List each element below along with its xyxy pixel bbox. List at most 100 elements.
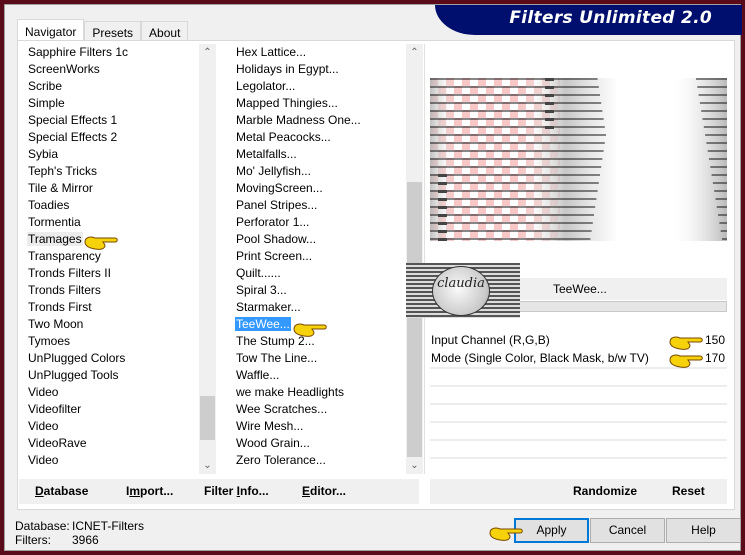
filter-info-button[interactable]: Filter Info... bbox=[204, 484, 269, 498]
editor-button[interactable]: Editor... bbox=[302, 484, 346, 498]
category-item[interactable]: Special Effects 1 bbox=[24, 112, 199, 129]
category-item-label: Tronds First bbox=[28, 300, 92, 314]
filter-item-label: Wire Mesh... bbox=[236, 419, 304, 433]
category-item[interactable]: Tronds Filters II bbox=[24, 265, 199, 282]
filter-item-label: Marble Madness One... bbox=[236, 113, 361, 127]
filter-item-label: Legolator... bbox=[236, 79, 296, 93]
scanline-mark bbox=[545, 102, 554, 105]
filter-item[interactable]: Waffle... bbox=[232, 367, 406, 384]
filter-item[interactable]: Mapped Thingies... bbox=[232, 95, 406, 112]
scroll-down-icon[interactable]: ⌄ bbox=[199, 457, 216, 474]
category-item[interactable]: Two Moon bbox=[24, 316, 199, 333]
filter-item[interactable]: we make Headlights bbox=[232, 384, 406, 401]
category-item-label: Tormentia bbox=[28, 215, 81, 229]
filter-item[interactable]: Zero Tolerance... bbox=[232, 452, 406, 469]
left-button-bar: Database Import... Filter Info... Editor… bbox=[19, 479, 419, 504]
filter-item-label: Metalfalls... bbox=[236, 147, 297, 161]
help-button[interactable]: Help bbox=[666, 518, 741, 543]
scroll-up-icon[interactable]: ⌃ bbox=[199, 44, 216, 61]
preview-pattern bbox=[430, 78, 727, 241]
scanline-mark bbox=[545, 110, 554, 113]
category-item[interactable]: Tymoes bbox=[24, 333, 199, 350]
category-item[interactable]: Sybia bbox=[24, 146, 199, 163]
reset-button[interactable]: Reset bbox=[672, 484, 705, 498]
category-item[interactable]: VideoRave bbox=[24, 435, 199, 452]
category-item-label: Scribe bbox=[28, 79, 63, 93]
filter-item-label: Pool Shadow... bbox=[236, 232, 317, 246]
filter-item-label: Wood Grain... bbox=[236, 436, 310, 450]
scroll-down-icon[interactable]: ⌄ bbox=[406, 457, 423, 474]
divider bbox=[430, 421, 727, 423]
category-item[interactable]: Tronds Filters bbox=[24, 282, 199, 299]
category-item[interactable]: Simple bbox=[24, 95, 199, 112]
category-item[interactable]: Videofilter bbox=[24, 401, 199, 418]
category-item[interactable]: Special Effects 2 bbox=[24, 129, 199, 146]
pointing-hand-icon bbox=[84, 236, 118, 250]
category-item[interactable]: Scribe bbox=[24, 78, 199, 95]
filter-item[interactable]: MovingScreen... bbox=[232, 180, 406, 197]
filter-item-label: Mo' Jellyfish... bbox=[236, 164, 311, 178]
category-item[interactable]: Toadies bbox=[24, 197, 199, 214]
param-value[interactable]: 150 bbox=[705, 332, 725, 349]
filter-item[interactable]: Wood Grain... bbox=[232, 435, 406, 452]
category-item[interactable]: UnPlugged Tools bbox=[24, 367, 199, 384]
category-item[interactable]: Sapphire Filters 1c bbox=[24, 44, 199, 61]
filter-list[interactable]: Hex Lattice... Holidays in Egypt... Legola… bbox=[232, 44, 406, 474]
filter-scrollbar[interactable]: ⌃ ⌄ bbox=[406, 44, 423, 474]
filter-item-label: Quilt...... bbox=[236, 266, 281, 280]
category-scrollbar[interactable]: ⌃ ⌄ bbox=[199, 44, 216, 474]
import-button[interactable]: Import... bbox=[126, 484, 173, 498]
filter-item-label: Holidays in Egypt... bbox=[236, 62, 339, 76]
filter-item[interactable]: Pool Shadow... bbox=[232, 231, 406, 248]
filter-item[interactable]: Print Screen... bbox=[232, 248, 406, 265]
scanline-mark bbox=[545, 126, 554, 129]
filter-item[interactable]: Panel Stripes... bbox=[232, 197, 406, 214]
scroll-up-icon[interactable]: ⌃ bbox=[406, 44, 423, 61]
category-item[interactable]: Tile & Mirror bbox=[24, 180, 199, 197]
status-database: Database: ICNET-Filters bbox=[15, 519, 144, 533]
scrollbar-thumb[interactable] bbox=[200, 396, 215, 440]
category-item-label: Video bbox=[28, 385, 59, 399]
filter-item[interactable]: Metal Peacocks... bbox=[232, 129, 406, 146]
category-item-label: Transparency bbox=[28, 249, 101, 263]
filter-item[interactable]: Marble Madness One... bbox=[232, 112, 406, 129]
filter-item[interactable]: Wee Scratches... bbox=[232, 401, 406, 418]
tab-bar: Navigator Presets About bbox=[17, 19, 189, 41]
filter-item-label: Perforator 1... bbox=[236, 215, 310, 229]
filter-item-label: MovingScreen... bbox=[236, 181, 323, 195]
filter-item[interactable]: Spiral 3... bbox=[232, 282, 406, 299]
filter-item[interactable]: Metalfalls... bbox=[232, 146, 406, 163]
category-item[interactable]: Teph's Tricks bbox=[24, 163, 199, 180]
filter-item[interactable]: Starmaker... bbox=[232, 299, 406, 316]
category-item[interactable]: UnPlugged Colors bbox=[24, 350, 199, 367]
category-item-label: ScreenWorks bbox=[28, 62, 100, 76]
filter-item[interactable]: Tow The Line... bbox=[232, 350, 406, 367]
apply-button[interactable]: Apply bbox=[514, 518, 589, 543]
tab-navigator[interactable]: Navigator bbox=[17, 19, 85, 41]
filter-item[interactable]: Legolator... bbox=[232, 78, 406, 95]
filter-item[interactable]: Wire Mesh... bbox=[232, 418, 406, 435]
category-item-label: UnPlugged Tools bbox=[28, 368, 119, 382]
filter-item[interactable]: Holidays in Egypt... bbox=[232, 61, 406, 78]
scrollbar-thumb[interactable] bbox=[407, 182, 422, 457]
category-item-label: Tronds Filters II bbox=[28, 266, 111, 280]
divider bbox=[430, 403, 727, 405]
cancel-button[interactable]: Cancel bbox=[590, 518, 665, 543]
param-value[interactable]: 170 bbox=[705, 350, 725, 367]
filter-item[interactable]: Hex Lattice... bbox=[232, 44, 406, 61]
category-item[interactable]: Tormentia bbox=[24, 214, 199, 231]
category-list[interactable]: Sapphire Filters 1c ScreenWorks Scribe Simp… bbox=[24, 44, 199, 474]
database-button[interactable]: Database bbox=[35, 484, 88, 498]
scanline-mark bbox=[545, 78, 554, 81]
filter-item[interactable]: Perforator 1... bbox=[232, 214, 406, 231]
category-item[interactable]: Video bbox=[24, 418, 199, 435]
category-item[interactable]: Video bbox=[24, 452, 199, 469]
filter-item[interactable]: Mo' Jellyfish... bbox=[232, 163, 406, 180]
tab-presets[interactable]: Presets bbox=[84, 21, 142, 41]
category-item[interactable]: Video bbox=[24, 384, 199, 401]
category-item[interactable]: Tronds First bbox=[24, 299, 199, 316]
randomize-button[interactable]: Randomize bbox=[573, 484, 637, 498]
tab-about[interactable]: About bbox=[141, 21, 189, 41]
filter-item[interactable]: Quilt...... bbox=[232, 265, 406, 282]
category-item[interactable]: ScreenWorks bbox=[24, 61, 199, 78]
